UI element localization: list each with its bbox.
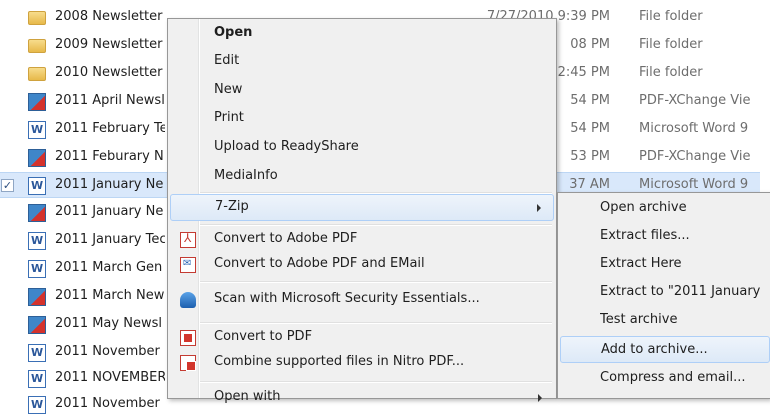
nitro-pdf-icon <box>180 330 196 346</box>
menu-item-label: Convert to PDF <box>214 329 313 344</box>
menu-item-edit[interactable]: Edit <box>170 49 554 76</box>
menu-item-new[interactable]: New <box>170 78 554 105</box>
file-name: 2011 January Ne <box>55 177 164 192</box>
menu-item-label: MediaInfo <box>214 168 278 183</box>
7zip-submenu: Open archive Extract files... Extract He… <box>557 192 770 399</box>
submenu-item-label: Extract files... <box>600 228 690 243</box>
file-type: Microsoft Word 9 <box>639 121 749 136</box>
pdf-file-icon <box>28 149 46 167</box>
menu-item-mediainfo[interactable]: MediaInfo <box>170 164 554 191</box>
file-name: 2011 April Newsl <box>55 93 165 108</box>
file-name: 2011 November <box>55 396 160 411</box>
menu-item-label: 7-Zip <box>215 199 249 214</box>
submenu-item-label: Test archive <box>600 312 678 327</box>
menu-item-label: Scan with Microsoft Security Essentials.… <box>214 291 480 306</box>
menu-item-combine-nitro[interactable]: Combine supported files in Nitro PDF... <box>170 350 554 377</box>
menu-item-label: Convert to Adobe PDF <box>214 231 358 246</box>
file-name: 2008 Newsletter <box>55 9 163 24</box>
submenu-item-add-to-archive[interactable]: Add to archive... <box>560 336 770 363</box>
nitro-combine-icon <box>180 355 196 371</box>
submenu-arrow-icon <box>537 204 541 212</box>
submenu-item-open-archive[interactable]: Open archive <box>560 195 770 222</box>
folder-icon <box>28 39 46 53</box>
menu-item-convert-adobe-pdf[interactable]: Convert to Adobe PDF <box>170 227 554 254</box>
file-name: 2011 NOVEMBER <box>55 370 165 385</box>
file-name: 2011 Feburary N <box>55 149 164 164</box>
folder-icon <box>28 11 46 25</box>
word-file-icon <box>28 260 46 278</box>
adobe-pdf-email-icon <box>180 257 196 273</box>
menu-item-7zip[interactable]: 7-Zip <box>170 194 554 221</box>
menu-item-label: New <box>214 82 243 97</box>
row-checkbox[interactable]: ✓ <box>1 179 14 192</box>
context-menu: Open Edit New Print Upload to ReadyShare… <box>167 18 557 404</box>
menu-item-scan-mse[interactable]: Scan with Microsoft Security Essentials.… <box>170 287 554 314</box>
menu-item-label: Print <box>214 110 244 125</box>
pdf-file-icon <box>28 288 46 306</box>
file-name: 2011 March Gen <box>55 260 163 275</box>
menu-item-label: Upload to ReadyShare <box>214 139 359 154</box>
menu-item-label: Convert to Adobe PDF and EMail <box>214 256 425 271</box>
pdf-file-icon <box>28 316 46 334</box>
pdf-file-icon <box>28 204 46 222</box>
menu-separator <box>200 224 552 226</box>
submenu-item-extract-files[interactable]: Extract files... <box>560 223 770 250</box>
file-name: 2011 January Ne <box>55 204 164 219</box>
security-essentials-icon <box>180 292 196 308</box>
file-name: 2011 March New <box>55 288 165 303</box>
menu-item-open[interactable]: Open <box>170 21 554 48</box>
file-type: PDF-XChange Vie <box>639 93 751 108</box>
menu-item-label: Open <box>214 25 253 40</box>
submenu-item-label: Extract to "2011 January <box>600 284 761 299</box>
file-name: 2011 May Newsl <box>55 316 162 331</box>
submenu-item-label: Extract Here <box>600 256 682 271</box>
submenu-item-label: Open archive <box>600 200 687 215</box>
menu-item-label: Open with <box>214 389 281 404</box>
file-type: File folder <box>639 37 703 52</box>
menu-item-label: Edit <box>214 53 240 68</box>
menu-separator <box>200 381 552 383</box>
file-name: 2009 Newsletter <box>55 37 163 52</box>
file-name: 2011 November <box>55 344 160 359</box>
menu-item-label: Combine supported files in Nitro PDF... <box>214 354 465 369</box>
pdf-file-icon <box>28 93 46 111</box>
submenu-item-label: Add to archive... <box>601 342 708 357</box>
submenu-item-compress-email[interactable]: Compress and email... <box>560 365 770 392</box>
menu-item-convert-to-pdf[interactable]: Convert to PDF <box>170 325 554 352</box>
menu-item-upload-readyshare[interactable]: Upload to ReadyShare <box>170 135 554 162</box>
word-file-icon <box>28 177 46 195</box>
submenu-arrow-icon <box>538 394 542 402</box>
menu-item-convert-adobe-pdf-email[interactable]: Convert to Adobe PDF and EMail <box>170 252 554 279</box>
menu-separator <box>200 281 552 283</box>
file-type: Microsoft Word 9 <box>639 177 749 192</box>
submenu-item-extract-here[interactable]: Extract Here <box>560 251 770 278</box>
file-type: File folder <box>639 65 703 80</box>
submenu-item-test-archive[interactable]: Test archive <box>560 307 770 334</box>
word-file-icon <box>28 370 46 388</box>
file-name: 2011 January Tec <box>55 232 165 247</box>
word-file-icon <box>28 121 46 139</box>
menu-item-print[interactable]: Print <box>170 106 554 133</box>
menu-separator <box>200 322 552 324</box>
file-name: 2011 February Te <box>55 121 165 136</box>
word-file-icon <box>28 344 46 362</box>
adobe-pdf-icon <box>180 231 196 248</box>
file-type: PDF-XChange Vie <box>639 149 751 164</box>
submenu-item-extract-to[interactable]: Extract to "2011 January <box>560 279 770 306</box>
file-type: File folder <box>639 9 703 24</box>
file-name: 2010 Newsletter <box>55 65 163 80</box>
word-file-icon <box>28 232 46 250</box>
submenu-item-label: Compress and email... <box>600 370 746 385</box>
folder-icon <box>28 67 46 81</box>
